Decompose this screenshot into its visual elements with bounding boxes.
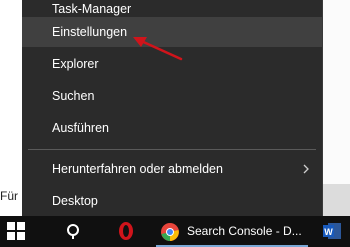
menu-item-label: Desktop bbox=[52, 194, 98, 208]
background-window-right-panel bbox=[322, 184, 350, 216]
background-window bbox=[0, 0, 22, 216]
menu-item-run[interactable]: Ausführen bbox=[22, 113, 322, 143]
start-menu-icon[interactable] bbox=[6, 221, 26, 241]
menu-item-label: Einstellungen bbox=[52, 25, 128, 39]
annotation-arrow-icon bbox=[133, 37, 183, 61]
menu-item-desktop[interactable]: Desktop bbox=[22, 186, 322, 216]
word-app-icon[interactable]: W bbox=[322, 222, 342, 240]
menu-item-label: Herunterfahren oder abmelden bbox=[52, 162, 223, 176]
taskbar: Search Console - D... W bbox=[0, 216, 350, 247]
background-window-text: Für bbox=[0, 189, 18, 203]
svg-text:W: W bbox=[324, 227, 333, 237]
menu-item-label: Explorer bbox=[52, 57, 99, 71]
menu-item-label: Ausführen bbox=[52, 121, 109, 135]
chevron-right-icon bbox=[303, 164, 309, 174]
menu-item-shutdown[interactable]: Herunterfahren oder abmelden bbox=[22, 154, 322, 184]
taskbar-window-label[interactable]: Search Console - D... bbox=[187, 224, 302, 238]
menu-item-label: Task-Manager bbox=[52, 2, 132, 16]
menu-item-label: Suchen bbox=[52, 89, 95, 103]
menu-item-search[interactable]: Suchen bbox=[22, 81, 322, 111]
menu-separator bbox=[28, 149, 316, 150]
task-view-icon[interactable] bbox=[64, 222, 82, 240]
opera-browser-icon[interactable] bbox=[118, 221, 134, 241]
chrome-browser-icon[interactable] bbox=[160, 222, 180, 242]
